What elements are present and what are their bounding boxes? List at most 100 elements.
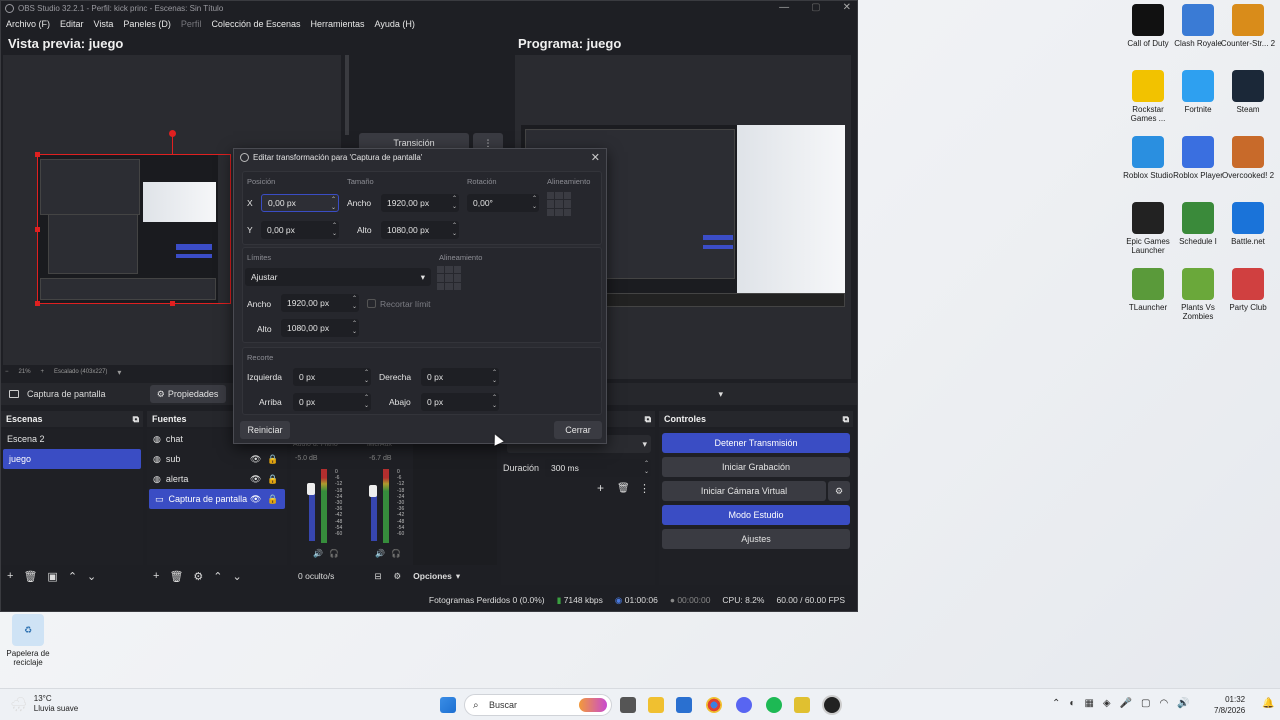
wifi-icon[interactable]: ◠: [1160, 698, 1169, 709]
maximize-button[interactable]: ▢: [811, 2, 820, 13]
notification-bell-icon[interactable]: 🔔: [1262, 698, 1274, 709]
desktop-icon[interactable]: Rockstar Games ...: [1120, 70, 1176, 123]
resize-handle-tl[interactable]: [35, 152, 40, 157]
position-x-stepper[interactable]: ⌃ ⌄: [331, 196, 336, 212]
mixer-ch2-fader[interactable]: [369, 485, 377, 497]
desktop-icon[interactable]: Roblox Studio: [1120, 136, 1176, 180]
menu-help[interactable]: Ayuda (H): [375, 19, 415, 29]
rotation-handle[interactable]: [169, 130, 176, 137]
close-button[interactable]: ✕: [843, 2, 851, 13]
file-explorer-icon[interactable]: [648, 697, 664, 713]
advanced-audio-icon[interactable]: ⚙: [394, 571, 402, 582]
resize-handle-bl[interactable]: [35, 301, 40, 306]
crop-bottom-stepper[interactable]: ⌃ ⌄: [492, 394, 497, 410]
crop-left-stepper[interactable]: ⌃ ⌄: [364, 369, 369, 385]
zoom-out-button[interactable]: −: [5, 369, 9, 375]
start-recording-button[interactable]: Iniciar Grabación: [662, 457, 850, 477]
crop-top-input[interactable]: 0 px ⌃ ⌄: [293, 393, 371, 411]
size-height-input[interactable]: 1080,00 px ⌃ ⌄: [381, 221, 459, 239]
bounds-height-stepper[interactable]: ⌃ ⌄: [352, 320, 357, 336]
transition-type-dropdown[interactable]: ▾: [609, 386, 729, 402]
volume-icon[interactable]: 🔊: [1177, 698, 1189, 709]
add-source-button[interactable]: +: [153, 570, 159, 582]
scene-item[interactable]: Escena 2: [1, 429, 143, 449]
move-up-button[interactable]: ⌃: [68, 570, 77, 583]
zoom-dropdown-icon[interactable]: ▾: [117, 368, 121, 377]
dock-menu-icon[interactable]: ⧉: [133, 414, 139, 425]
duration-input[interactable]: 300 ms ⌃ ⌄: [545, 459, 651, 477]
tray-app-icon[interactable]: ◐: [1069, 698, 1075, 709]
menu-scene-collection[interactable]: Colección de Escenas: [211, 19, 300, 29]
rotation-stepper[interactable]: ⌃ ⌄: [532, 195, 537, 211]
desktop-icon[interactable]: Clash Royale: [1170, 4, 1226, 48]
bounds-height-input[interactable]: 1080,00 px ⌃ ⌄: [281, 319, 359, 337]
move-down-button[interactable]: ⌄: [87, 570, 96, 583]
headphones-icon[interactable]: 🎧: [329, 549, 339, 558]
desktop-icon[interactable]: Roblox Player: [1170, 136, 1226, 180]
duration-stepper[interactable]: ⌃ ⌄: [644, 460, 649, 476]
clock[interactable]: 01:32 7/8/2026: [1214, 694, 1245, 716]
preview-scrollbar[interactable]: [345, 55, 349, 135]
stop-streaming-button[interactable]: Detener Transmisión: [662, 433, 850, 453]
crop-to-bounds-checkbox[interactable]: [367, 299, 376, 308]
dialog-close-icon[interactable]: ✕: [591, 151, 600, 164]
menu-tools[interactable]: Herramientas: [311, 19, 365, 29]
resize-handle-ml[interactable]: [35, 227, 40, 232]
desktop-icon[interactable]: Counter-Str... 2: [1220, 4, 1276, 48]
add-transition-button[interactable]: +: [597, 481, 604, 495]
chevron-up-icon[interactable]: ⌃: [1052, 698, 1060, 709]
virtual-camera-settings-icon[interactable]: ⚙: [828, 481, 850, 501]
source-item-selected[interactable]: ▭ Captura de pantalla 👁 🔒: [149, 489, 285, 509]
desktop-icon[interactable]: Epic Games Launcher: [1120, 202, 1176, 255]
recycle-bin[interactable]: ♻ Papelera de reciclaje: [0, 614, 56, 667]
taskbar-search[interactable]: ⌕ Buscar: [464, 694, 612, 716]
move-down-button[interactable]: ⌄: [233, 570, 242, 583]
discord-icon[interactable]: [736, 697, 752, 713]
tray-app-icon[interactable]: ▢: [1141, 698, 1150, 709]
crop-right-input[interactable]: 0 px ⌃ ⌄: [421, 368, 499, 386]
visibility-eye-icon[interactable]: 👁: [250, 454, 261, 465]
crop-left-input[interactable]: 0 px ⌃ ⌄: [293, 368, 371, 386]
options-dropdown-icon[interactable]: ▾: [456, 571, 460, 582]
desktop-icon[interactable]: Schedule I: [1170, 202, 1226, 246]
scene-item-selected[interactable]: juego: [3, 449, 141, 469]
weather-widget[interactable]: 🌧 13°C Lluvia suave: [10, 694, 78, 714]
bounds-width-input[interactable]: 1920,00 px ⌃ ⌄: [281, 294, 359, 312]
remove-source-button[interactable]: 🗑: [169, 570, 183, 583]
crop-bottom-input[interactable]: 0 px ⌃ ⌄: [421, 393, 499, 411]
crop-right-stepper[interactable]: ⌃ ⌄: [492, 369, 497, 385]
selection-box[interactable]: [37, 154, 231, 304]
transition-menu-icon[interactable]: ⋮: [639, 482, 650, 495]
close-dialog-button[interactable]: Cerrar: [554, 421, 602, 439]
lock-icon[interactable]: 🔒: [267, 494, 278, 505]
options-button[interactable]: Opciones: [413, 571, 452, 581]
app-icon[interactable]: [794, 697, 810, 713]
store-icon[interactable]: [676, 697, 692, 713]
desktop-icon[interactable]: Call of Duty: [1120, 4, 1176, 48]
menu-profile[interactable]: Perfil: [181, 19, 202, 29]
position-x-input[interactable]: 0,00 px ⌃ ⌄: [261, 194, 339, 212]
source-item[interactable]: ◍ sub 👁 🔒: [147, 449, 287, 469]
tray-app-icon[interactable]: ◈: [1103, 698, 1111, 709]
desktop-icon[interactable]: Plants Vs Zombies: [1170, 268, 1226, 321]
chrome-icon[interactable]: [706, 697, 722, 713]
microphone-icon[interactable]: 🎤: [1120, 698, 1132, 709]
menu-docks[interactable]: Paneles (D): [123, 19, 171, 29]
desktop-icon[interactable]: Battle.net: [1220, 202, 1276, 246]
bounds-width-stepper[interactable]: ⌃ ⌄: [352, 295, 357, 311]
position-y-input[interactable]: 0,00 px ⌃ ⌄: [261, 221, 339, 239]
desktop-icon[interactable]: Party Club: [1220, 268, 1276, 312]
tray-app-icon[interactable]: ▦: [1084, 698, 1093, 709]
remove-transition-button[interactable]: 🗑: [617, 483, 630, 494]
task-view-icon[interactable]: [620, 697, 636, 713]
position-y-stepper[interactable]: ⌃ ⌄: [332, 222, 337, 238]
studio-mode-button[interactable]: Modo Estudio: [662, 505, 850, 525]
reset-button[interactable]: Reiniciar: [240, 421, 290, 439]
remove-scene-button[interactable]: 🗑: [23, 570, 37, 583]
bounds-alignment-grid[interactable]: [437, 266, 461, 290]
speaker-icon[interactable]: 🔊: [375, 549, 385, 558]
dock-menu-icon[interactable]: ⧉: [843, 414, 849, 425]
visibility-eye-icon[interactable]: 👁: [250, 474, 261, 485]
alignment-grid[interactable]: [547, 192, 571, 216]
visibility-eye-icon[interactable]: 👁: [250, 494, 261, 505]
